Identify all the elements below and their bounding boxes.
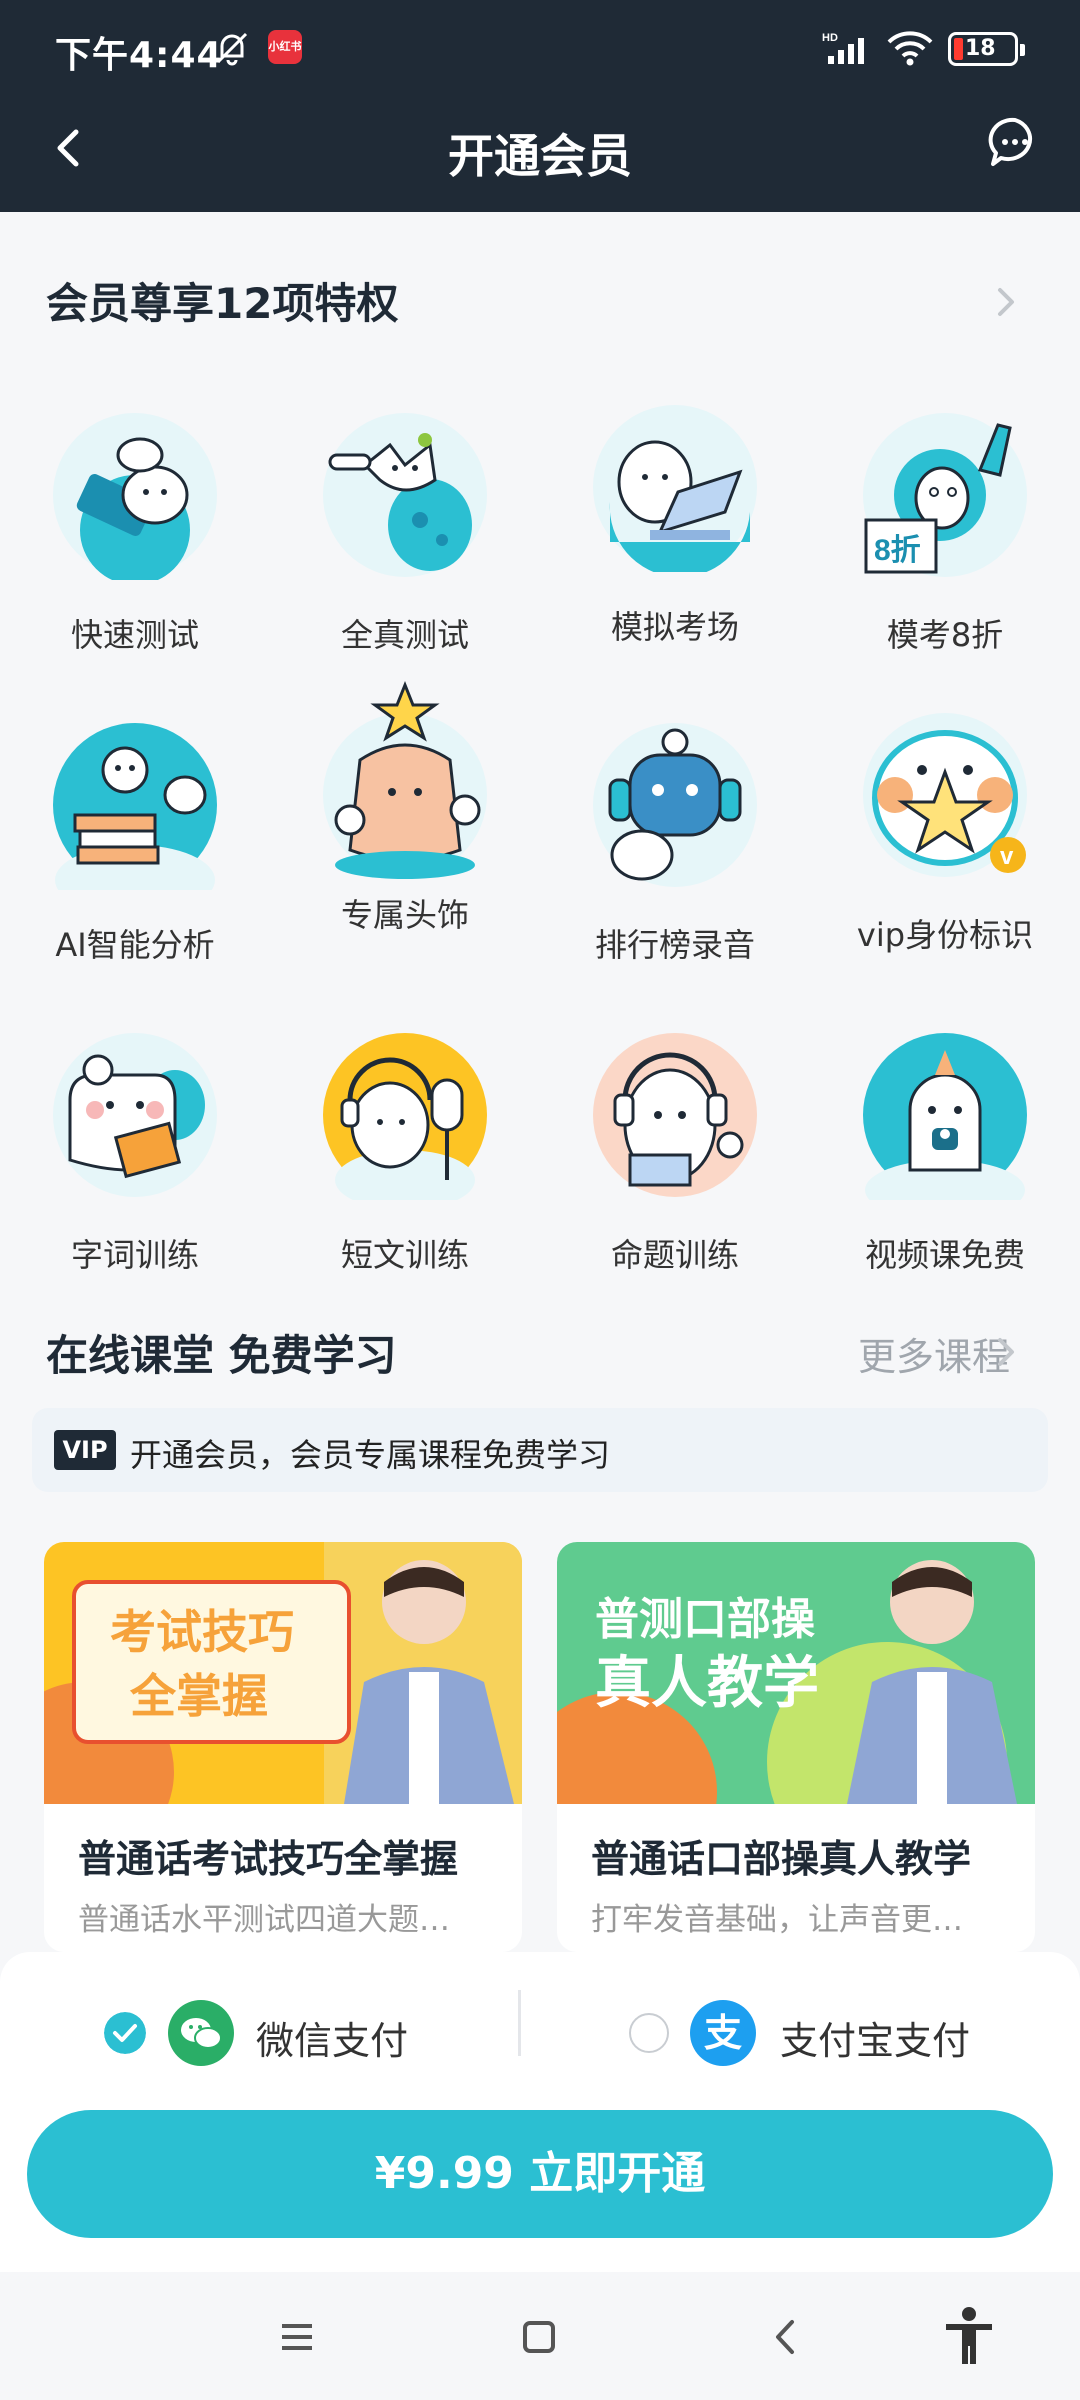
privilege-free-video[interactable]: 视频课免费 [845,1030,1045,1290]
battery-icon: 18 [948,32,1025,66]
cover-text-2: 全掌握 [129,1669,268,1723]
wechat-icon [168,2000,234,2066]
mute-icon [216,32,248,66]
page-title: 开通会员 [448,129,632,183]
privilege-label: 专属头饰 [340,896,469,934]
more-courses-link[interactable]: 更多课程 [858,1326,1010,1381]
quick-test-icon [53,413,217,580]
privilege-headwear[interactable]: 专属头饰 [305,680,505,950]
mock-exam-icon [593,405,757,572]
ai-analysis-icon [53,723,217,890]
accessibility-icon[interactable] [942,2306,996,2366]
privilege-ranking-recording[interactable]: 排行榜录音 [575,720,775,980]
ranking-recording-icon [593,723,757,887]
battery-level: 18 [965,36,996,61]
discount-badge-text: 8折 [874,534,921,567]
privilege-quick-test[interactable]: 快速测试 [35,410,235,670]
wechat-radio-checked-icon[interactable] [104,2012,146,2054]
privilege-label: 快速测试 [70,616,199,654]
privileges-chevron-right-icon[interactable] [990,282,1020,322]
full-test-icon [323,413,487,577]
svg-text:HD: HD [822,32,838,44]
course-title: 普通话考试技巧全掌握 [78,1837,459,1881]
alipay-glyph: 支 [704,2011,742,2055]
hd-signal-icon: HD [822,32,864,64]
activate-membership-button[interactable]: ¥9.99 立即开通 [27,2110,1053,2238]
payment-divider [518,1990,521,2056]
privilege-label: 视频课免费 [864,1236,1025,1274]
privilege-full-test[interactable]: 全真测试 [305,410,505,670]
wechat-pay-option[interactable]: 微信支付 [104,1992,464,2072]
privilege-topic-training[interactable]: 命题训练 [575,1030,775,1290]
essay-training-icon [323,1033,487,1200]
word-training-icon [53,1033,217,1197]
privilege-label: AI智能分析 [55,926,215,964]
privilege-label: vip身份标识 [856,916,1034,954]
more-courses-chevron-icon[interactable] [990,1332,1020,1372]
vip-identity-icon: v [863,713,1027,877]
privilege-label: 字词训练 [70,1236,199,1274]
status-time: 下午4:44 [55,35,223,76]
privilege-vip-identity[interactable]: v vip身份标识 [845,710,1045,970]
privilege-label: 模考8折 [886,616,1004,654]
course-description: 普通话水平测试四道大题… [78,1902,450,1938]
system-nav-bar [0,2272,1080,2400]
chat-bubble-icon[interactable] [985,112,1045,172]
status-bar: 下午4:44 小红书 HD 18 [0,0,1080,100]
alipay-radio-unchecked-icon[interactable] [628,2012,670,2054]
payment-panel: 微信支付 支 支付宝支付 ¥9.99 立即开通 [0,1952,1080,2272]
alipay-label: 支付宝支付 [780,2019,971,2063]
courses-title: 在线课堂 免费学习 [46,1331,397,1380]
alipay-icon: 支 [690,2000,756,2066]
headwear-icon [323,680,487,879]
cover-text-1: 考试技巧 [110,1605,294,1659]
course-description: 打牢发音基础，让声音更… [591,1902,963,1938]
course-card[interactable]: 普测口部操 真人教学 普通话口部操真人教学 打牢发音基础，让声音更… [557,1542,1035,1952]
course-cover-image: 普测口部操 真人教学 [557,1542,1035,1804]
privilege-label: 命题训练 [610,1236,739,1274]
privilege-discount[interactable]: 8折 模考8折 [845,410,1045,670]
alipay-option[interactable]: 支 支付宝支付 [628,1992,1008,2072]
privilege-ai-analysis[interactable]: AI智能分析 [35,720,235,980]
vip-courses-banner: VIP 开通会员，会员专属课程免费学习 [32,1408,1048,1492]
wechat-pay-label: 微信支付 [256,2019,409,2063]
privilege-mock-exam[interactable]: 模拟考场 [575,402,775,662]
svg-text:v: v [1000,843,1014,870]
app-notification-badge: 小红书 [268,30,302,64]
course-card[interactable]: 考试技巧 全掌握 普通话考试技巧全掌握 普通话水平测试四道大题… [44,1542,522,1952]
free-video-icon [863,1033,1027,1200]
vip-tag: VIP [54,1430,116,1470]
privileges-title: 会员尊享12项特权 [46,279,399,328]
course-cover-image: 考试技巧 全掌握 [44,1542,522,1804]
vip-banner-text: 开通会员，会员专属课程免费学习 [130,1436,611,1474]
privilege-label: 模拟考场 [610,608,739,646]
privilege-label: 全真测试 [340,616,469,654]
back-triangle-icon[interactable] [762,2312,812,2362]
privilege-label: 短文训练 [340,1236,469,1274]
discount-icon: 8折 [863,413,1027,577]
cover-text-2: 真人教学 [595,1651,819,1716]
home-square-icon[interactable] [514,2312,564,2362]
more-courses-label: 更多课程 [857,1335,1010,1379]
page-header: 开通会员 [0,100,1080,212]
menu-icon[interactable] [272,2312,322,2362]
privilege-essay-training[interactable]: 短文训练 [305,1030,505,1290]
wifi-icon [887,31,933,66]
topic-training-icon [593,1033,757,1197]
course-title: 普通话口部操真人教学 [591,1837,972,1881]
top-bar: 下午4:44 小红书 HD 18 开通会员 [0,0,1080,212]
cover-text-1: 普测口部操 [595,1594,815,1645]
privilege-word-training[interactable]: 字词训练 [35,1030,235,1290]
privilege-label: 排行榜录音 [594,926,755,964]
